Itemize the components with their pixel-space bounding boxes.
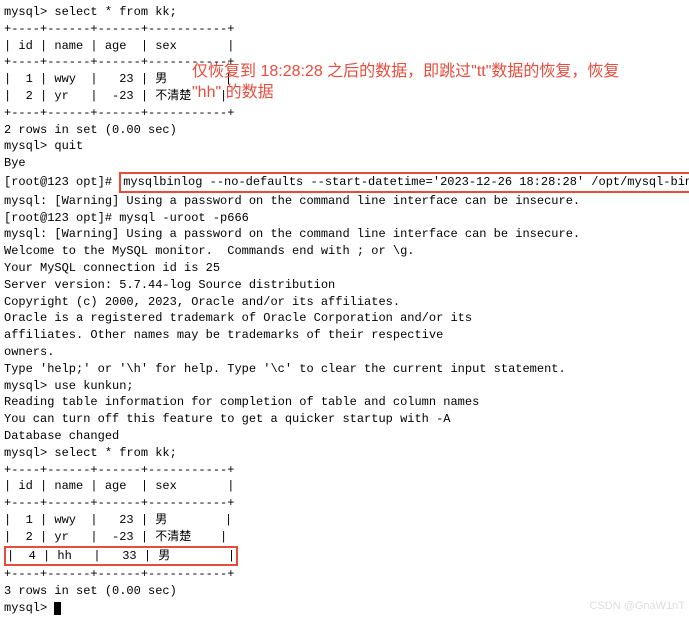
db-changed: Database changed (4, 428, 689, 445)
result-count: 2 rows in set (0.00 sec) (4, 122, 689, 139)
table-row: | 2 | yr | -23 | 不清楚 | (4, 529, 689, 546)
copyright: Copyright (c) 2000, 2023, Oracle and/or … (4, 294, 689, 311)
trademark: Oracle is a registered trademark of Orac… (4, 310, 689, 327)
startup-hint: You can turn off this feature to get a q… (4, 411, 689, 428)
sql-select: mysql> select * from kk; (4, 445, 689, 462)
shell-command: [root@123 opt]# mysql -uroot -p666 (4, 210, 689, 227)
table-border: +----+------+------+-----------+ (4, 462, 689, 479)
welcome: Welcome to the MySQL monitor. Commands e… (4, 243, 689, 260)
warning: mysql: [Warning] Using a password on the… (4, 193, 689, 210)
annotation-line1: 仅恢复到 18:28:28 之后的数据，即跳过"tt"数据的恢复，恢复 (192, 62, 682, 83)
table-border: +----+------+------+-----------+ (4, 21, 689, 38)
table-header: | id | name | age | sex | (4, 478, 689, 495)
use-db: mysql> use kunkun; (4, 378, 689, 395)
table-header: | id | name | age | sex | (4, 38, 689, 55)
highlighted-row: | 4 | hh | 33 | 男 | (4, 546, 689, 567)
mysql-prompt[interactable]: mysql> (4, 600, 689, 617)
table-border: +----+------+------+-----------+ (4, 495, 689, 512)
warning: mysql: [Warning] Using a password on the… (4, 226, 689, 243)
cursor-icon (54, 602, 61, 615)
result-count: 3 rows in set (0.00 sec) (4, 583, 689, 600)
help-hint: Type 'help;' or '\h' for help. Type '\c'… (4, 361, 689, 378)
annotation-text: 仅恢复到 18:28:28 之后的数据，即跳过"tt"数据的恢复，恢复 "hh"… (192, 62, 682, 104)
sql-prompt: mysql> select * from kk; (4, 4, 689, 21)
shell-prompt: [root@123 opt]# mysqlbinlog --no-default… (4, 172, 689, 193)
reading-tables: Reading table information for completion… (4, 394, 689, 411)
bye: Bye (4, 155, 689, 172)
table-border: +----+------+------+-----------+ (4, 105, 689, 122)
trademark: owners. (4, 344, 689, 361)
table-row: | 1 | wwy | 23 | 男 | (4, 512, 689, 529)
table-border: +----+------+------+-----------+ (4, 566, 689, 583)
annotation-line2: "hh" 的数据 (192, 83, 682, 104)
trademark: affiliates. Other names may be trademark… (4, 327, 689, 344)
connection-id: Your MySQL connection id is 25 (4, 260, 689, 277)
highlighted-command: mysqlbinlog --no-defaults --start-dateti… (119, 172, 689, 193)
watermark: CSDN @GnaW1nT (589, 599, 685, 614)
server-version: Server version: 5.7.44-log Source distri… (4, 277, 689, 294)
sql-quit: mysql> quit (4, 138, 689, 155)
